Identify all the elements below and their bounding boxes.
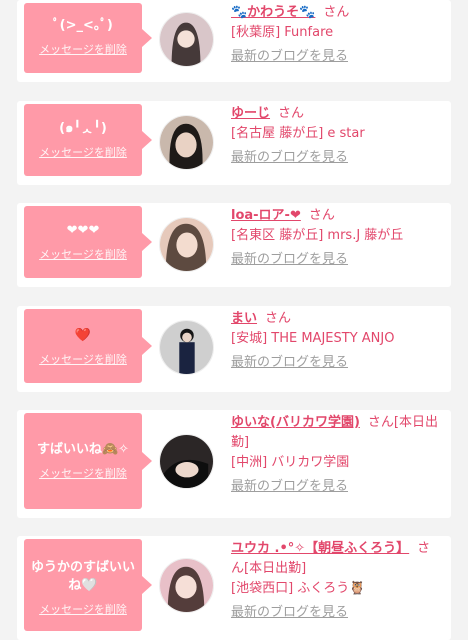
honorific: さん <box>278 106 305 121</box>
shop-label: [安城] THE MAJESTY ANJO <box>231 331 395 346</box>
latest-blog-link[interactable]: 最新のブログを見る <box>231 47 443 67</box>
member-name-link[interactable]: loa-ロア-❤ <box>231 208 301 223</box>
avatar[interactable] <box>159 558 214 613</box>
member-info: まい さん [安城] THE MAJESTY ANJO 最新のブログを見る <box>231 309 443 373</box>
shop-label: [名東区 藤が丘] mrs.J 藤が丘 <box>231 228 404 243</box>
shop-label: [中洲] バリカワ学園 <box>231 455 350 470</box>
latest-blog-link[interactable]: 最新のブログを見る <box>231 148 443 168</box>
delete-message-link[interactable]: メッセージを削除 <box>24 465 142 481</box>
message-text: ❤️ <box>74 328 92 343</box>
shop-label: [秋葉原] Funfare <box>231 25 334 40</box>
member-card: ﾟ(>_<｡ﾟ) メッセージを削除 🐾かわうそ🐾 さん [秋葉原] Funfare… <box>17 0 451 82</box>
shop-label: [池袋西口] ふくろう🦉 <box>231 581 366 596</box>
delete-message-link[interactable]: メッセージを削除 <box>24 246 142 262</box>
delete-message-link[interactable]: メッセージを削除 <box>24 601 142 617</box>
latest-blog-link[interactable]: 最新のブログを見る <box>231 477 443 497</box>
member-name-link[interactable]: ゆいな(バリカワ学園) <box>231 415 360 430</box>
avatar[interactable] <box>159 434 214 489</box>
delete-message-link[interactable]: メッセージを削除 <box>24 351 142 367</box>
member-name-link[interactable]: 🐾かわうそ🐾 <box>231 5 315 20</box>
honorific: さん <box>265 311 292 326</box>
member-card: ゆうかのすばいいね🤍 メッセージを削除 ユウカ .•°✧【朝昼ふくろう】 さん[本… <box>17 536 451 640</box>
message-text: (๑╹ᆺ╹) <box>59 121 107 136</box>
member-info: ゆーじ さん [名古屋 藤が丘] e star 最新のブログを見る <box>231 104 443 168</box>
member-card: ❤️ メッセージを削除 まい さん [安城] THE MAJESTY ANJO 最… <box>17 306 451 392</box>
latest-blog-link[interactable]: 最新のブログを見る <box>231 603 443 623</box>
avatar[interactable] <box>159 217 214 272</box>
member-card: (๑╹ᆺ╹) メッセージを削除 ゆーじ さん [名古屋 藤が丘] e star 最… <box>17 101 451 185</box>
message-text: ﾟ(>_<｡ﾟ) <box>53 18 113 33</box>
honorific: さん <box>323 5 350 20</box>
member-name-link[interactable]: ユウカ .•°✧【朝昼ふくろう】 <box>231 541 409 556</box>
message-text: ❤❤❤ <box>66 223 100 238</box>
member-info: 🐾かわうそ🐾 さん [秋葉原] Funfare 最新のブログを見る <box>231 3 443 67</box>
member-info: ゆいな(バリカワ学園) さん[本日出勤] [中洲] バリカワ学園 最新のブログを見… <box>231 413 443 497</box>
message-text: ゆうかのすばいいね🤍 <box>30 560 135 593</box>
delete-message-link[interactable]: メッセージを削除 <box>24 41 142 57</box>
avatar[interactable] <box>159 320 214 375</box>
avatar[interactable] <box>159 115 214 170</box>
member-card: すばいいね🙈✧ メッセージを削除 ゆいな(バリカワ学園) さん[本日出勤] [中洲… <box>17 410 451 518</box>
honorific: さん <box>308 208 335 223</box>
latest-blog-link[interactable]: 最新のブログを見る <box>231 353 443 373</box>
message-bubble: すばいいね🙈✧ メッセージを削除 <box>24 413 152 509</box>
message-bubble: ❤️ メッセージを削除 <box>24 309 152 383</box>
message-bubble: ❤❤❤ メッセージを削除 <box>24 206 152 278</box>
message-bubble: ﾟ(>_<｡ﾟ) メッセージを削除 <box>24 3 152 73</box>
member-name-link[interactable]: ゆーじ <box>231 106 270 121</box>
member-name-link[interactable]: まい <box>231 311 257 326</box>
message-text: すばいいね🙈✧ <box>36 442 130 457</box>
member-info: ユウカ .•°✧【朝昼ふくろう】 さん[本日出勤] [池袋西口] ふくろう🦉 最新… <box>231 539 443 623</box>
delete-message-link[interactable]: メッセージを削除 <box>24 144 142 160</box>
member-card: ❤❤❤ メッセージを削除 loa-ロア-❤ さん [名東区 藤が丘] mrs.J … <box>17 203 451 287</box>
message-bubble: ゆうかのすばいいね🤍 メッセージを削除 <box>24 539 152 631</box>
message-bubble: (๑╹ᆺ╹) メッセージを削除 <box>24 104 152 176</box>
latest-blog-link[interactable]: 最新のブログを見る <box>231 250 443 270</box>
avatar[interactable] <box>159 12 214 67</box>
shop-label: [名古屋 藤が丘] e star <box>231 126 365 141</box>
member-info: loa-ロア-❤ さん [名東区 藤が丘] mrs.J 藤が丘 最新のブログを見る <box>231 206 443 270</box>
